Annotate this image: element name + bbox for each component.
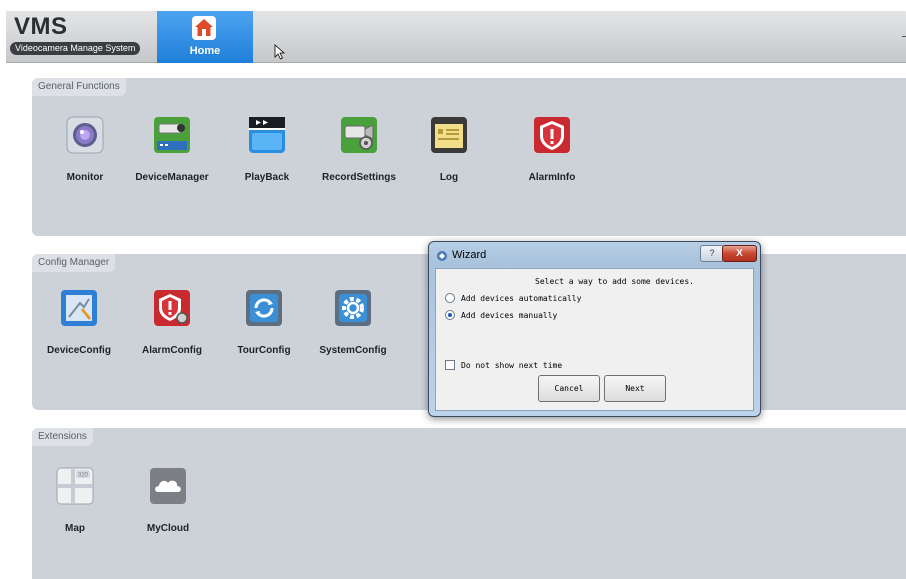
radio-label: Add devices manually [461,310,558,320]
wizard-title: Wizard [452,249,487,261]
record-settings-icon [341,117,377,153]
playback-icon [249,117,285,153]
radio-button-selected[interactable] [445,310,455,320]
next-button[interactable]: Next [604,375,666,402]
app-label: Monitor [66,172,104,183]
wizard-icon [437,251,447,261]
app-playback[interactable]: PlayBack [219,116,315,183]
wizard-dialog: Wizard ? X Select a way to add some devi… [428,241,761,417]
app-monitor[interactable]: Monitor [37,116,133,183]
tab-home[interactable]: Home [157,11,253,63]
app-label: PlayBack [244,172,290,183]
section-extensions: Extensions 320 Map MyCloud [32,428,906,579]
system-config-icon [335,290,371,326]
app-device-config[interactable]: DeviceConfig [31,289,127,356]
app-label: Map [65,523,85,534]
checkbox-label: Do not show next time [461,360,563,370]
minimize-glyph[interactable] [902,36,906,37]
app-label: DeviceManager [135,172,209,183]
app-map[interactable]: 320 Map [27,467,123,534]
app-logo-subtitle: Videocamera Manage System [10,42,141,55]
map-badge-text: 320 [78,473,89,479]
tour-config-icon [246,290,282,326]
log-icon [431,117,467,153]
home-icon [192,16,216,40]
alarm-info-icon [534,117,570,153]
radio-add-manually[interactable]: Add devices manually [445,309,557,321]
app-label: RecordSettings [322,172,396,183]
tab-home-label: Home [189,45,221,57]
do-not-show-checkbox[interactable] [445,360,455,370]
app-label: SystemConfig [319,345,387,356]
alarm-config-icon [154,290,190,326]
app-label: Log [439,172,459,183]
cancel-button[interactable]: Cancel [538,375,600,402]
app-label: AlarmInfo [528,172,576,183]
app-log[interactable]: Log [401,116,497,183]
app-label: AlarmConfig [142,345,202,356]
map-icon: 320 [56,467,94,505]
app-label: DeviceConfig [47,345,111,356]
app-alarm-info[interactable]: AlarmInfo [504,116,600,183]
app-system-config[interactable]: SystemConfig [305,289,401,356]
do-not-show-checkbox-row[interactable]: Do not show next time [445,359,562,371]
monitor-icon [66,116,104,154]
app-logo-title: VMS [14,13,68,40]
cloud-icon [150,468,186,504]
vms-window: VMS Videocamera Manage System Home Gener… [0,0,906,579]
app-alarm-config[interactable]: AlarmConfig [124,289,220,356]
radio-label: Add devices automatically [461,293,582,303]
help-button[interactable]: ? [700,245,724,262]
mouse-cursor-icon [274,44,286,60]
app-mycloud[interactable]: MyCloud [120,467,216,534]
header-bar: VMS Videocamera Manage System Home [6,11,906,63]
device-config-icon [61,290,97,326]
device-manager-icon [154,117,190,153]
wizard-prompt: Select a way to add some devices. [535,277,694,286]
app-tour-config[interactable]: TourConfig [216,289,312,356]
app-device-manager[interactable]: DeviceManager [124,116,220,183]
radio-add-automatically[interactable]: Add devices automatically [445,292,581,304]
section-general-functions: General Functions Monitor DeviceManager [32,78,906,236]
app-record-settings[interactable]: RecordSettings [311,116,407,183]
app-label: MyCloud [146,523,190,534]
wizard-body: Select a way to add some devices. Add de… [435,268,754,411]
app-label: TourConfig [237,345,291,356]
section-title: General Functions [32,78,126,96]
section-title: Config Manager [32,254,116,272]
close-button[interactable]: X [722,245,757,262]
section-title: Extensions [32,428,93,446]
radio-button[interactable] [445,293,455,303]
